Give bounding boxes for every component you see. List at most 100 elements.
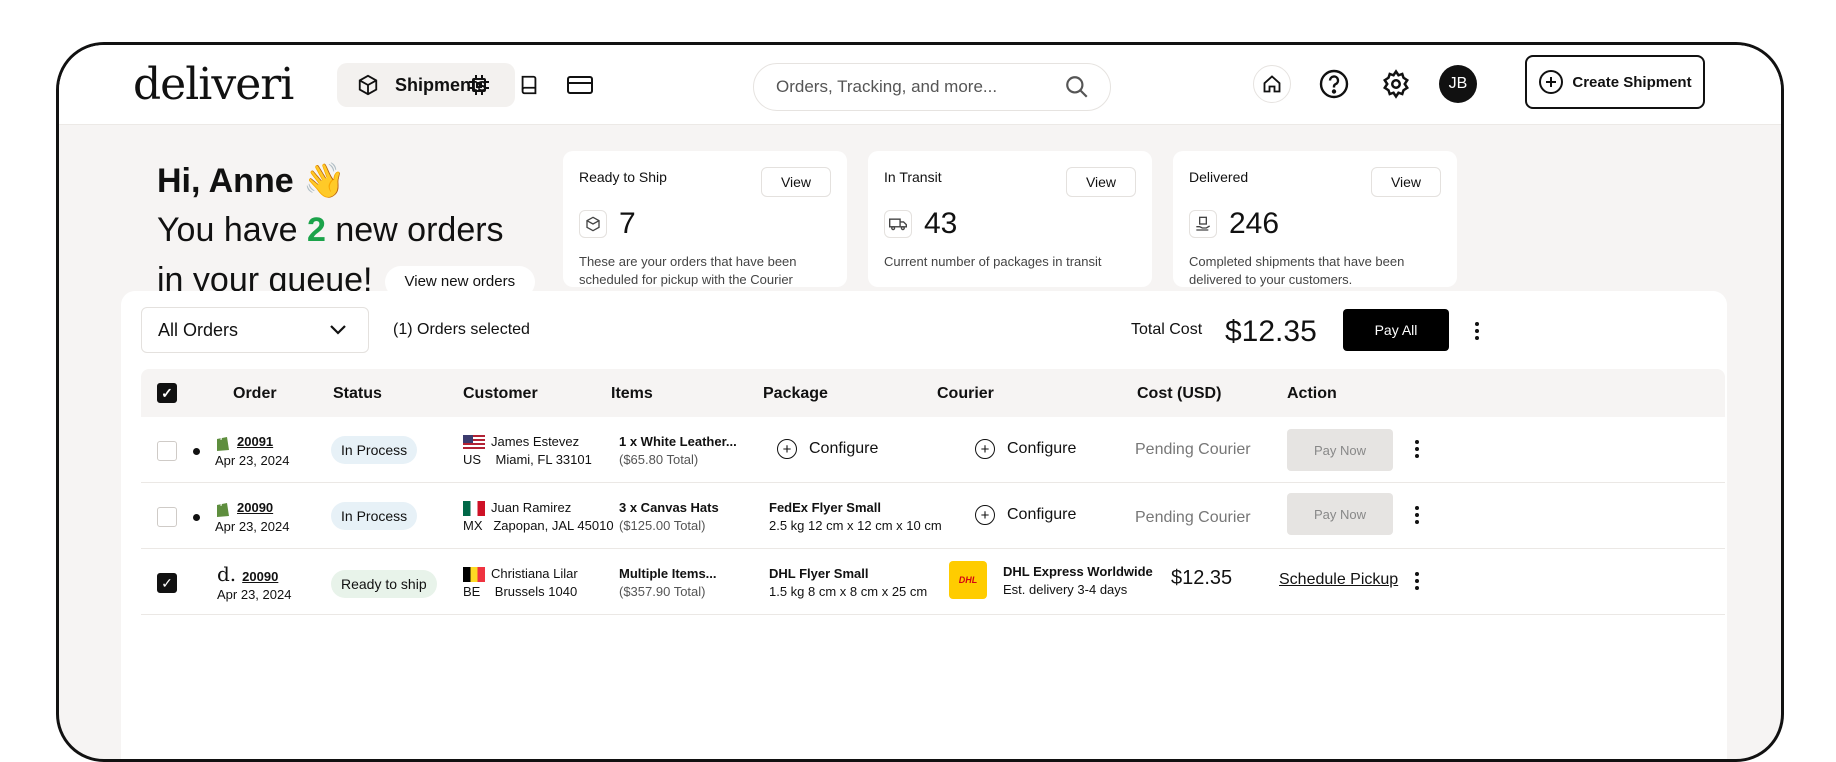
- app-logo[interactable]: deliveri: [133, 59, 294, 110]
- plus-circle-icon: [1539, 70, 1564, 94]
- package-name[interactable]: DHL Flyer Small: [769, 565, 927, 583]
- settings-gear-icon[interactable]: [1377, 65, 1415, 103]
- customer-name: James Estevez: [491, 434, 580, 449]
- card-view-button[interactable]: View: [1066, 167, 1136, 197]
- greeting-title: Hi, Anne 👋: [157, 162, 346, 200]
- courier-eta: Est. delivery 3-4 days: [1003, 582, 1128, 597]
- order-number[interactable]: 20091: [237, 434, 273, 449]
- orders-filter-select[interactable]: All Orders: [141, 307, 369, 353]
- credit-card-icon[interactable]: [563, 71, 597, 99]
- col-action[interactable]: Action: [1287, 385, 1337, 403]
- customer-name: Juan Ramirez: [491, 500, 572, 515]
- card-in-transit: In Transit View 43 Current number of pac…: [868, 151, 1152, 287]
- top-navigation-bar: deliveri Shipments Orders, Tracking, and…: [59, 45, 1781, 125]
- card-count: 246: [1229, 207, 1280, 240]
- col-order[interactable]: Order: [233, 385, 277, 403]
- app-window: deliveri Shipments Orders, Tracking, and…: [56, 42, 1784, 762]
- user-avatar[interactable]: JB: [1439, 65, 1477, 103]
- row-checkbox[interactable]: [157, 441, 177, 461]
- item-summary[interactable]: 3 x Canvas Hats: [619, 499, 719, 517]
- total-cost-label: Total Cost: [1131, 321, 1203, 338]
- table-row[interactable]: 20090 Apr 23, 2024 In Process Juan Ramir…: [141, 483, 1725, 549]
- col-courier[interactable]: Courier: [937, 385, 994, 403]
- item-total: ($65.80 Total): [619, 452, 699, 467]
- col-customer[interactable]: Customer: [463, 385, 538, 403]
- configure-courier-button[interactable]: + Configure: [975, 439, 1076, 459]
- table-row[interactable]: ✓ d. 20090 Apr 23, 2024 Ready to ship Chr…: [141, 549, 1725, 615]
- configure-courier-button[interactable]: + Configure: [975, 505, 1076, 525]
- status-badge: In Process: [331, 436, 418, 464]
- row-more-icon[interactable]: [1407, 501, 1427, 529]
- chip-icon[interactable]: [465, 71, 493, 99]
- configure-package-button[interactable]: + Configure: [777, 439, 878, 459]
- status-badge: Ready to ship: [331, 570, 437, 598]
- order-date: Apr 23, 2024: [215, 452, 290, 468]
- table-header: ✓ Order Status Customer Items Package Co…: [141, 369, 1725, 417]
- home-icon[interactable]: [1253, 65, 1291, 103]
- create-shipment-button[interactable]: Create Shipment: [1525, 55, 1705, 109]
- card-delivered: Delivered View 246 Completed shipments t…: [1173, 151, 1457, 287]
- col-items[interactable]: Items: [611, 385, 653, 403]
- card-view-button[interactable]: View: [1371, 167, 1441, 197]
- pending-courier-text: Pending Courier: [1135, 509, 1251, 526]
- item-total: ($357.90 Total): [619, 584, 706, 599]
- customer-address: Zapopan, JAL 45010: [493, 518, 614, 533]
- customer-country: MX: [463, 518, 483, 533]
- card-description: Completed shipments that have been deliv…: [1189, 254, 1405, 287]
- col-cost[interactable]: Cost (USD): [1137, 385, 1221, 403]
- greeting-section: Hi, Anne 👋 You have 2 new orders in your…: [157, 161, 536, 301]
- row-checkbox[interactable]: ✓: [157, 573, 177, 593]
- package-name[interactable]: FedEx Flyer Small: [769, 499, 942, 517]
- row-more-icon[interactable]: [1407, 567, 1427, 595]
- pay-now-button[interactable]: Pay Now: [1287, 493, 1393, 535]
- orders-table: ✓ Order Status Customer Items Package Co…: [141, 369, 1725, 615]
- box-icon: [579, 210, 607, 238]
- customer-address: Brussels 1040: [494, 584, 578, 599]
- card-description: Current number of packages in transit: [884, 254, 1102, 269]
- col-package[interactable]: Package: [763, 385, 828, 403]
- package-icon: [358, 74, 378, 96]
- order-number[interactable]: 20090: [242, 569, 278, 584]
- row-cost: $12.35: [1171, 567, 1233, 589]
- item-total: ($125.00 Total): [619, 518, 706, 533]
- search-icon[interactable]: [1064, 74, 1090, 100]
- pay-all-button[interactable]: Pay All: [1343, 309, 1449, 351]
- dhl-logo: DHL: [949, 561, 987, 599]
- card-view-button[interactable]: View: [761, 167, 831, 197]
- create-shipment-label: Create Shipment: [1572, 73, 1692, 91]
- help-icon[interactable]: [1315, 65, 1353, 103]
- filter-value: All Orders: [158, 319, 239, 340]
- search-input[interactable]: Orders, Tracking, and more...: [753, 63, 1111, 111]
- mx-flag-icon: [463, 501, 485, 517]
- order-number[interactable]: 20090: [237, 500, 273, 515]
- greeting-orders-line: You have 2 new orders: [157, 211, 504, 249]
- card-ready-to-ship: Ready to Ship View 7 These are your orde…: [563, 151, 847, 287]
- col-status[interactable]: Status: [333, 385, 382, 403]
- plus-circle-icon: +: [777, 439, 797, 459]
- package-dimensions: 2.5 kg 12 cm x 12 cm x 10 cm: [769, 518, 942, 533]
- row-more-icon[interactable]: [1407, 435, 1427, 463]
- order-date: Apr 23, 2024: [215, 518, 290, 534]
- waving-hand-icon: 👋: [303, 162, 346, 200]
- book-icon[interactable]: [515, 71, 543, 99]
- us-flag-icon: [463, 435, 485, 451]
- courier-name[interactable]: DHL Express Worldwide: [1003, 563, 1153, 581]
- chevron-down-icon: [330, 325, 346, 335]
- select-all-checkbox[interactable]: ✓: [157, 383, 177, 403]
- deliveri-logo-icon: d.: [217, 562, 237, 586]
- customer-address: Miami, FL 33101: [495, 452, 592, 467]
- unread-dot: [193, 448, 200, 455]
- pay-now-button[interactable]: Pay Now: [1287, 429, 1393, 471]
- status-badge: In Process: [331, 502, 418, 530]
- more-options-icon[interactable]: [1467, 317, 1487, 345]
- order-date: Apr 23, 2024: [217, 587, 292, 602]
- schedule-pickup-link[interactable]: Schedule Pickup: [1279, 571, 1398, 589]
- package-dimensions: 1.5 kg 8 cm x 8 cm x 25 cm: [769, 584, 928, 599]
- plus-circle-icon: +: [975, 439, 995, 459]
- table-row[interactable]: 20091 Apr 23, 2024 In Process James Este…: [141, 417, 1725, 483]
- unread-dot: [193, 514, 200, 521]
- card-count: 43: [924, 207, 958, 240]
- row-checkbox[interactable]: [157, 507, 177, 527]
- item-summary[interactable]: 1 x White Leather...: [619, 433, 737, 451]
- item-summary[interactable]: Multiple Items...: [619, 565, 717, 583]
